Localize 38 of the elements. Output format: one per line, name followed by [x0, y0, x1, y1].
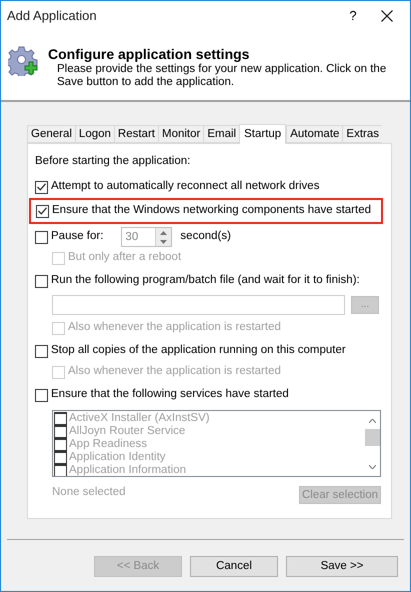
checkbox-label: Attempt to automatically reconnect all network drives [51, 179, 320, 194]
scroll-down-icon[interactable] [368, 465, 376, 469]
tab[interactable]: Monitor [158, 125, 204, 143]
checkbox[interactable] [35, 180, 48, 194]
gear-plus-icon [8, 46, 39, 76]
help-button[interactable]: ? [333, 6, 373, 26]
close-icon[interactable] [381, 10, 393, 22]
checkbox-label: Pause for: [51, 229, 104, 244]
checkbox-label: Also whenever the application is restarted [68, 364, 281, 380]
scrollbar-thumb[interactable] [364, 429, 380, 446]
checkbox[interactable] [35, 344, 48, 358]
selection-status: None selected [52, 485, 126, 500]
checkbox-label: Also whenever the application is restarted [68, 320, 281, 336]
tab[interactable]: Email [203, 125, 240, 143]
dialog-button[interactable]: Cancel [190, 556, 278, 577]
checkbox-label: But only after a reboot [68, 250, 182, 266]
unit-label: second(s) [180, 229, 231, 244]
tab[interactable]: Restart [114, 125, 158, 143]
file-path-field[interactable] [52, 295, 346, 315]
header-description: Please provide the settings for your new application. Click on the Save button to add the application. [57, 63, 388, 89]
tab[interactable]: General [27, 125, 75, 143]
checkbox[interactable] [35, 230, 48, 244]
scroll-up-icon[interactable] [368, 419, 376, 423]
tab[interactable]: Automate [286, 125, 342, 143]
checkbox[interactable] [35, 388, 48, 402]
checkbox-label: Ensure that the Windows networking components have started [52, 203, 371, 218]
dialog-button[interactable]: Save >> [286, 556, 398, 577]
header-title: Configure application settings [48, 45, 250, 63]
section-heading: Before starting the application: [35, 154, 190, 170]
checkbox[interactable] [36, 204, 49, 218]
checkbox-label: Run the following program/batch file (and wait for it to finish): [51, 273, 360, 288]
window-title: Add Application [7, 6, 98, 25]
tab[interactable]: Extras [342, 125, 382, 143]
checkbox-label: Ensure that the following services have started [51, 387, 289, 402]
checkbox-label: Stop all copies of the application running on this computer [51, 343, 346, 358]
tab[interactable]: Logon [74, 125, 114, 143]
checkbox[interactable] [35, 274, 48, 288]
tab[interactable]: Startup [239, 124, 286, 144]
